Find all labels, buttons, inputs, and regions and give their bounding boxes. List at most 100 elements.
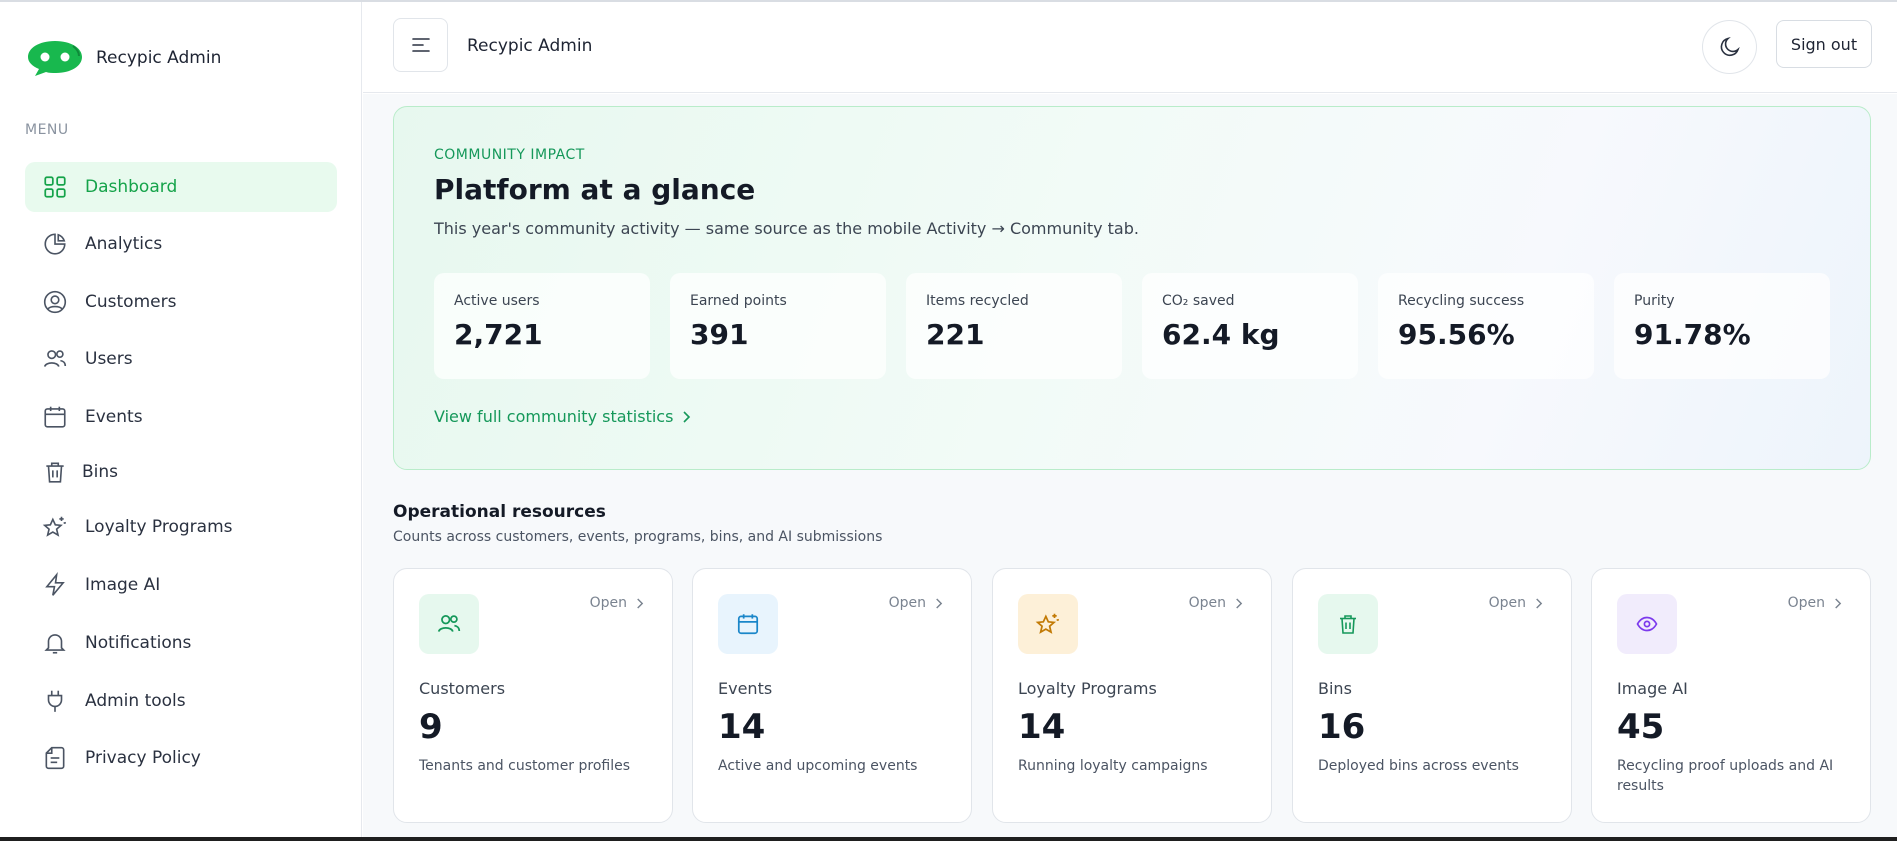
card-icon-tile (1018, 594, 1078, 654)
sidebar-item-label: Image AI (85, 575, 161, 595)
main-content: COMMUNITY IMPACT Platform at a glance Th… (363, 94, 1897, 837)
community-impact-panel: COMMUNITY IMPACT Platform at a glance Th… (393, 106, 1871, 470)
stat-label: Purity (1634, 293, 1675, 309)
resource-card-events[interactable]: Open Events 14 Active and upcoming event… (692, 568, 972, 823)
open-label: Open (1188, 595, 1226, 611)
card-count: 16 (1318, 707, 1366, 747)
header-title: Recypic Admin (467, 36, 593, 56)
stat-label: Active users (454, 293, 540, 309)
menu-label: MENU (25, 122, 69, 138)
lightning-icon (45, 572, 65, 596)
stat-value: 95.56% (1398, 318, 1515, 351)
window-bottom-border (0, 837, 1897, 841)
sidebar-item-users[interactable]: Users (25, 334, 337, 384)
sidebar-item-privacy-policy[interactable]: Privacy Policy (25, 733, 337, 783)
card-name: Events (718, 679, 773, 698)
card-name: Image AI (1617, 679, 1688, 698)
stat-label: Recycling success (1398, 293, 1525, 309)
calendar-icon (737, 614, 759, 635)
view-community-statistics-link[interactable]: View full community statistics (434, 407, 691, 426)
sidebar-item-notifications[interactable]: Notifications (25, 618, 337, 668)
calendar-icon (44, 406, 66, 428)
sidebar-item-label: Bins (82, 462, 119, 482)
sidebar-item-loyalty-programs[interactable]: Loyalty Programs (25, 502, 337, 552)
card-name: Customers (419, 679, 506, 698)
card-description: Deployed bins across events (1318, 758, 1519, 774)
impact-stats: Active users 2,721 Earned points 391 Ite… (434, 273, 1832, 379)
eye-icon (1636, 616, 1658, 632)
link-label: View full community statistics (434, 407, 674, 426)
sidebar-item-label: Customers (85, 292, 177, 312)
theme-toggle-button[interactable] (1702, 20, 1757, 74)
card-icon-tile (1318, 594, 1378, 654)
sidebar-item-admin-tools[interactable]: Admin tools (25, 676, 337, 726)
chevron-right-icon (1835, 597, 1842, 609)
card-count: 14 (1018, 707, 1066, 747)
stat-label: CO₂ saved (1162, 293, 1235, 309)
users-icon (43, 350, 67, 367)
card-description: Running loyalty campaigns (1018, 758, 1208, 774)
card-name: Bins (1318, 679, 1352, 698)
dashboard-grid-icon (44, 176, 66, 198)
stat-label: Items recycled (926, 293, 1029, 309)
sidebar-item-customers[interactable]: Customers (25, 277, 337, 327)
menu-toggle-button[interactable] (393, 18, 448, 72)
sign-out-button[interactable]: Sign out (1776, 20, 1872, 68)
stat-label: Earned points (690, 293, 787, 309)
resource-card-loyalty-programs[interactable]: Open Loyalty Programs 14 Running loyalty… (992, 568, 1272, 823)
sidebar-item-label: Events (85, 407, 143, 427)
card-count: 45 (1617, 707, 1665, 747)
stat-value: 2,721 (454, 318, 543, 351)
sidebar-item-image-ai[interactable]: Image AI (25, 560, 337, 610)
plug-icon (47, 690, 63, 712)
sidebar-item-label: Loyalty Programs (85, 517, 233, 537)
card-icon-tile (1617, 594, 1677, 654)
sidebar-item-analytics[interactable]: Analytics (25, 219, 337, 269)
card-name: Loyalty Programs (1018, 679, 1157, 698)
impact-title: Platform at a glance (434, 173, 756, 206)
stat-purity: Purity 91.78% (1614, 273, 1830, 379)
card-description: Tenants and customer profiles (419, 758, 631, 774)
open-label: Open (1787, 595, 1825, 611)
chevron-right-icon (637, 597, 644, 609)
impact-description: This year's community activity — same so… (434, 219, 1139, 238)
open-link[interactable]: Open (1489, 595, 1543, 611)
open-label: Open (1488, 595, 1526, 611)
sidebar-item-events[interactable]: Events (25, 392, 337, 442)
stat-items-recycled: Items recycled 221 (906, 273, 1122, 379)
moon-icon (1720, 37, 1740, 56)
pie-chart-icon (44, 233, 66, 255)
card-description: Active and upcoming events (718, 758, 918, 774)
sidebar-item-bins[interactable]: Bins (25, 447, 337, 497)
sidebar-item-label: Admin tools (85, 691, 186, 711)
open-link[interactable]: Open (1788, 595, 1842, 611)
operational-resources-description: Counts across customers, events, program… (393, 529, 883, 545)
brand[interactable]: Recypic Admin (25, 38, 221, 78)
user-circle-icon (43, 290, 67, 314)
resource-card-customers[interactable]: Open Customers 9 Tenants and customer pr… (393, 568, 673, 823)
sidebar-item-label: Privacy Policy (85, 748, 201, 768)
open-label: Open (888, 595, 926, 611)
open-label: Open (589, 595, 627, 611)
stat-co2-saved: CO₂ saved 62.4 kg (1142, 273, 1358, 379)
sidebar-item-label: Notifications (85, 633, 192, 653)
users-icon (437, 615, 461, 632)
trash-bin-icon (1340, 615, 1356, 634)
open-link[interactable]: Open (1189, 595, 1243, 611)
chevron-right-icon (1536, 597, 1543, 609)
sidebar-item-dashboard[interactable]: Dashboard (25, 162, 337, 212)
chevron-right-icon (1236, 597, 1243, 609)
brand-name: Recypic Admin (96, 48, 222, 68)
chevron-right-icon (683, 410, 691, 423)
card-description: Recycling proof uploads and AI results (1617, 758, 1834, 794)
open-link[interactable]: Open (889, 595, 943, 611)
brand-logo-icon (28, 41, 82, 76)
resource-card-image-ai[interactable]: Open Image AI 45 Recycling proof uploads… (1591, 568, 1871, 823)
open-link[interactable]: Open (590, 595, 644, 611)
sidebar: Recypic Admin MENU Dashboard Analytics C… (0, 2, 362, 837)
resource-card-bins[interactable]: Open Bins 16 Deployed bins across events (1292, 568, 1572, 823)
star-sparkle-icon (1035, 613, 1060, 634)
card-count: 14 (718, 707, 766, 747)
card-icon-tile (718, 594, 778, 654)
stat-active-users: Active users 2,721 (434, 273, 650, 379)
